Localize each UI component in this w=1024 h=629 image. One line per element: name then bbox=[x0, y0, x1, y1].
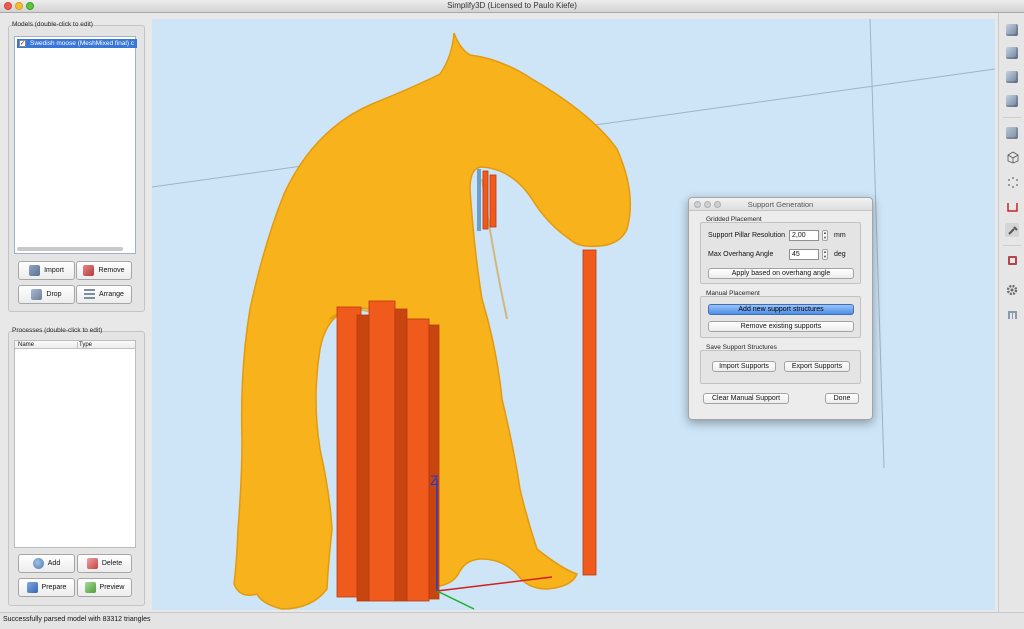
add-icon bbox=[32, 558, 44, 569]
settings-gear-icon[interactable] bbox=[1005, 283, 1019, 297]
dialog-close-button[interactable] bbox=[694, 201, 701, 208]
arrange-icon bbox=[84, 289, 96, 300]
manual-placement-group: Manual Placement Add new support structu… bbox=[700, 290, 861, 338]
drop-button[interactable]: Drop bbox=[18, 285, 75, 304]
prepare-icon bbox=[26, 582, 38, 593]
preview-icon bbox=[84, 582, 96, 593]
drop-icon bbox=[31, 289, 43, 300]
gridded-placement-group: Gridded Placement Support Pillar Resolut… bbox=[700, 216, 861, 284]
window-title: Simplify3D (Licensed to Paulo Kiefe) bbox=[447, 1, 577, 10]
support-pillar[interactable] bbox=[368, 300, 396, 602]
status-bar: Successfully parsed model with 83312 tri… bbox=[0, 612, 1024, 629]
column-type-header[interactable]: Type bbox=[79, 342, 92, 348]
remove-icon bbox=[83, 265, 95, 276]
overhang-angle-input[interactable]: 45 bbox=[789, 249, 819, 260]
dialog-title: Support Generation bbox=[747, 200, 814, 209]
prepare-button[interactable]: Prepare bbox=[18, 578, 75, 597]
pillar-resolution-unit: mm bbox=[834, 232, 846, 239]
view-top-icon[interactable] bbox=[1005, 46, 1019, 60]
support-pillar[interactable] bbox=[356, 314, 370, 602]
view-front-icon[interactable] bbox=[1005, 70, 1019, 84]
save-supports-label: Save Support Structures bbox=[706, 344, 777, 351]
support-pillar[interactable] bbox=[406, 318, 430, 602]
pillar-resolution-input[interactable]: 2,00 bbox=[789, 230, 819, 241]
column-name-header[interactable]: Name bbox=[18, 342, 34, 348]
gridded-placement-label: Gridded Placement bbox=[706, 216, 762, 223]
cross-section-icon[interactable] bbox=[1005, 199, 1019, 213]
delete-icon bbox=[86, 558, 98, 569]
processes-label: Processes (double-click to edit) bbox=[12, 327, 103, 334]
overhang-angle-label: Max Overhang Angle bbox=[708, 251, 774, 258]
point-view-icon[interactable] bbox=[1005, 175, 1019, 189]
delete-process-button[interactable]: Delete bbox=[77, 554, 132, 573]
import-supports-button[interactable]: Import Supports bbox=[712, 361, 776, 372]
dialog-minimize-button[interactable] bbox=[704, 201, 711, 208]
wireframe-view-icon[interactable] bbox=[1005, 150, 1019, 164]
view-default-icon[interactable] bbox=[1005, 23, 1019, 37]
save-supports-group: Save Support Structures Import Supports … bbox=[700, 344, 861, 384]
support-pillar[interactable] bbox=[582, 249, 597, 576]
apply-overhang-button[interactable]: Apply based on overhang angle bbox=[708, 268, 854, 279]
support-pillar[interactable] bbox=[482, 170, 489, 230]
status-text: Successfully parsed model with 83312 tri… bbox=[3, 616, 151, 623]
solid-view-icon[interactable] bbox=[1005, 126, 1019, 140]
model-item[interactable]: ✓ Swedish moose (MeshMixed final) c bbox=[17, 39, 137, 48]
export-supports-button[interactable]: Export Supports bbox=[784, 361, 850, 372]
dialog-title-bar: Support Generation bbox=[689, 198, 872, 211]
support-pillar[interactable] bbox=[394, 308, 408, 602]
pillar-resolution-label: Support Pillar Resolution bbox=[708, 232, 786, 239]
overhang-angle-stepper[interactable]: ▲ ▼ bbox=[822, 249, 828, 260]
view-side-icon[interactable] bbox=[1005, 94, 1019, 108]
pillar-resolution-stepper[interactable]: ▲ ▼ bbox=[822, 230, 828, 241]
remove-supports-button[interactable]: Remove existing supports bbox=[708, 321, 854, 332]
y-axis bbox=[436, 590, 475, 610]
import-button[interactable]: Import bbox=[18, 261, 75, 280]
support-tool-icon[interactable] bbox=[1005, 223, 1019, 237]
import-icon bbox=[29, 265, 41, 276]
dialog-maximize-button[interactable] bbox=[714, 201, 721, 208]
window-title-bar: Simplify3D (Licensed to Paulo Kiefe) bbox=[0, 0, 1024, 13]
arrange-button[interactable]: Arrange bbox=[76, 285, 132, 304]
right-toolbar bbox=[998, 13, 1024, 612]
model-visible-checkbox[interactable]: ✓ bbox=[19, 40, 26, 47]
processes-table-header: Name Type bbox=[15, 341, 135, 349]
support-generation-dialog: Support Generation Gridded Placement Sup… bbox=[688, 197, 873, 420]
tool-icon[interactable] bbox=[1005, 253, 1019, 267]
remove-button[interactable]: Remove bbox=[76, 261, 132, 280]
overhang-angle-unit: deg bbox=[834, 251, 846, 258]
manual-placement-label: Manual Placement bbox=[706, 290, 760, 297]
add-supports-button[interactable]: Add new support structures bbox=[708, 304, 854, 315]
models-horizontal-scrollbar[interactable] bbox=[17, 247, 123, 251]
processes-list[interactable]: Name Type bbox=[14, 340, 136, 548]
models-panel: Models (double-click to edit) ✓ Swedish … bbox=[8, 21, 145, 312]
model-item-name: Swedish moose (MeshMixed final) c bbox=[30, 40, 135, 47]
processes-panel: Processes (double-click to edit) Name Ty… bbox=[8, 327, 145, 606]
done-button[interactable]: Done bbox=[825, 393, 859, 404]
print-icon[interactable] bbox=[1005, 307, 1019, 321]
clear-manual-support-button[interactable]: Clear Manual Support bbox=[703, 393, 789, 404]
add-process-button[interactable]: Add bbox=[18, 554, 75, 573]
support-pillar[interactable] bbox=[477, 169, 481, 231]
models-label: Models (double-click to edit) bbox=[12, 21, 93, 28]
preview-button[interactable]: Preview bbox=[77, 578, 132, 597]
models-list[interactable]: ✓ Swedish moose (MeshMixed final) c bbox=[14, 36, 137, 254]
support-pillar[interactable] bbox=[489, 174, 497, 228]
z-axis-label: Z bbox=[430, 472, 439, 488]
